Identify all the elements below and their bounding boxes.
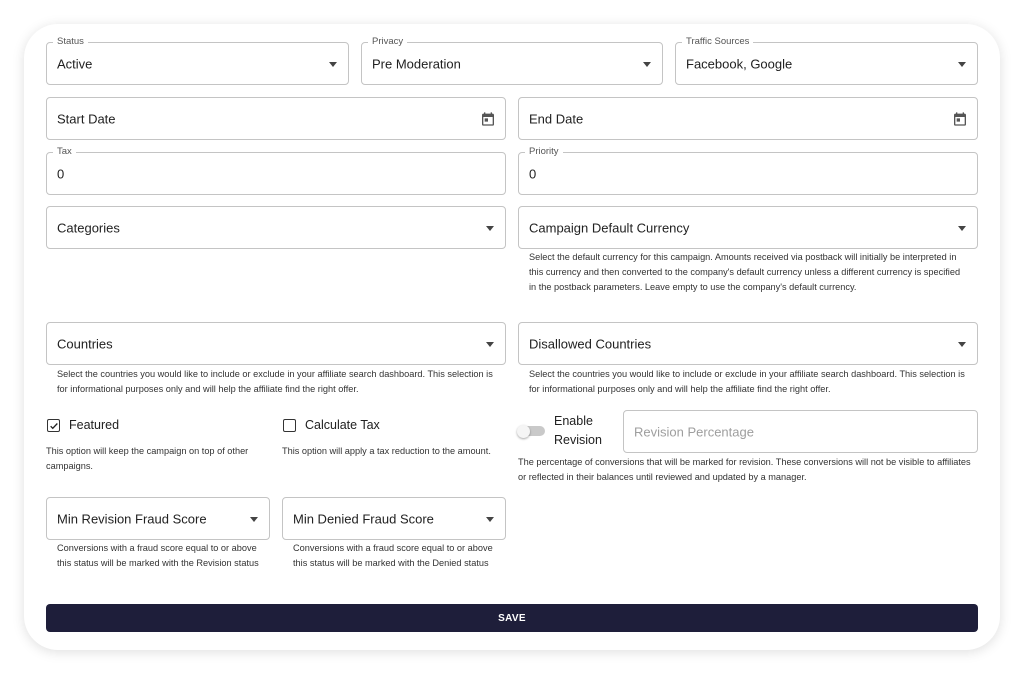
chevron-down-icon [958, 61, 966, 67]
chevron-down-icon [250, 516, 258, 522]
chevron-down-icon [958, 341, 966, 347]
calendar-icon[interactable] [480, 111, 496, 127]
status-value: Active [57, 56, 93, 71]
chevron-down-icon [486, 516, 494, 522]
traffic-sources-value: Facebook, Google [686, 56, 793, 71]
calculate-tax-checkbox[interactable] [283, 419, 296, 432]
status-label: Status [53, 36, 88, 48]
categories-placeholder: Categories [57, 220, 120, 235]
start-date-placeholder: Start Date [57, 111, 116, 126]
chevron-down-icon [329, 61, 337, 67]
start-date-input[interactable]: Start Date [46, 97, 506, 140]
privacy-select[interactable]: Privacy Pre Moderation [361, 36, 663, 85]
calculate-tax-help: This option will apply a tax reduction t… [282, 446, 491, 456]
priority-label: Priority [525, 146, 563, 158]
enable-revision-label-line2: Revision [554, 433, 602, 447]
featured-checkbox[interactable] [47, 419, 60, 432]
min-revision-fraud-help: Conversions with a fraud score equal to … [57, 543, 259, 568]
toggle-thumb[interactable] [517, 425, 530, 438]
checkbox-checked-icon [49, 422, 58, 429]
default-currency-placeholder: Campaign Default Currency [529, 220, 690, 235]
min-revision-fraud-score-select[interactable]: Min Revision Fraud Score [46, 497, 270, 540]
end-date-placeholder: End Date [529, 111, 584, 126]
priority-value: 0 [529, 166, 537, 181]
status-select[interactable]: Status Active [46, 36, 349, 85]
revision-percentage-help: The percentage of conversions that will … [518, 457, 971, 482]
featured-help: This option will keep the campaign on to… [46, 446, 249, 471]
chevron-down-icon [643, 61, 651, 67]
traffic-sources-select[interactable]: Traffic Sources Facebook, Google [675, 36, 978, 85]
default-currency-help: Select the default currency for this cam… [529, 252, 961, 292]
enable-revision-label-line1: Enable [554, 414, 593, 428]
save-button[interactable]: SAVE [46, 604, 978, 632]
min-denied-fraud-placeholder: Min Denied Fraud Score [293, 511, 434, 526]
chevron-down-icon [958, 225, 966, 231]
min-revision-fraud-placeholder: Min Revision Fraud Score [57, 511, 207, 526]
privacy-value: Pre Moderation [372, 56, 461, 71]
disallowed-countries-help: Select the countries you would like to i… [529, 369, 965, 394]
disallowed-countries-placeholder: Disallowed Countries [529, 336, 652, 351]
end-date-input[interactable]: End Date [518, 97, 978, 140]
min-denied-fraud-score-select[interactable]: Min Denied Fraud Score [282, 497, 506, 540]
revision-percentage-placeholder: Revision Percentage [634, 424, 754, 439]
tax-input[interactable]: Tax 0 [46, 146, 506, 195]
revision-percentage-input[interactable]: Revision Percentage [623, 410, 978, 453]
priority-input[interactable]: Priority 0 [518, 146, 978, 195]
countries-help: Select the countries you would like to i… [57, 369, 493, 394]
categories-select[interactable]: Categories [46, 206, 506, 249]
countries-select[interactable]: Countries [46, 322, 506, 365]
campaign-default-currency-select[interactable]: Campaign Default Currency [518, 206, 978, 249]
tax-label: Tax [53, 146, 76, 158]
countries-placeholder: Countries [57, 336, 113, 351]
calculate-tax-label: Calculate Tax [305, 418, 380, 432]
calendar-icon[interactable] [952, 111, 968, 127]
chevron-down-icon [486, 225, 494, 231]
min-denied-fraud-help: Conversions with a fraud score equal to … [293, 543, 493, 568]
disallowed-countries-select[interactable]: Disallowed Countries [518, 322, 978, 365]
featured-label: Featured [69, 418, 120, 432]
privacy-label: Privacy [368, 36, 408, 48]
chevron-down-icon [486, 341, 494, 347]
tax-value: 0 [57, 166, 65, 181]
traffic-sources-label: Traffic Sources [682, 36, 754, 48]
